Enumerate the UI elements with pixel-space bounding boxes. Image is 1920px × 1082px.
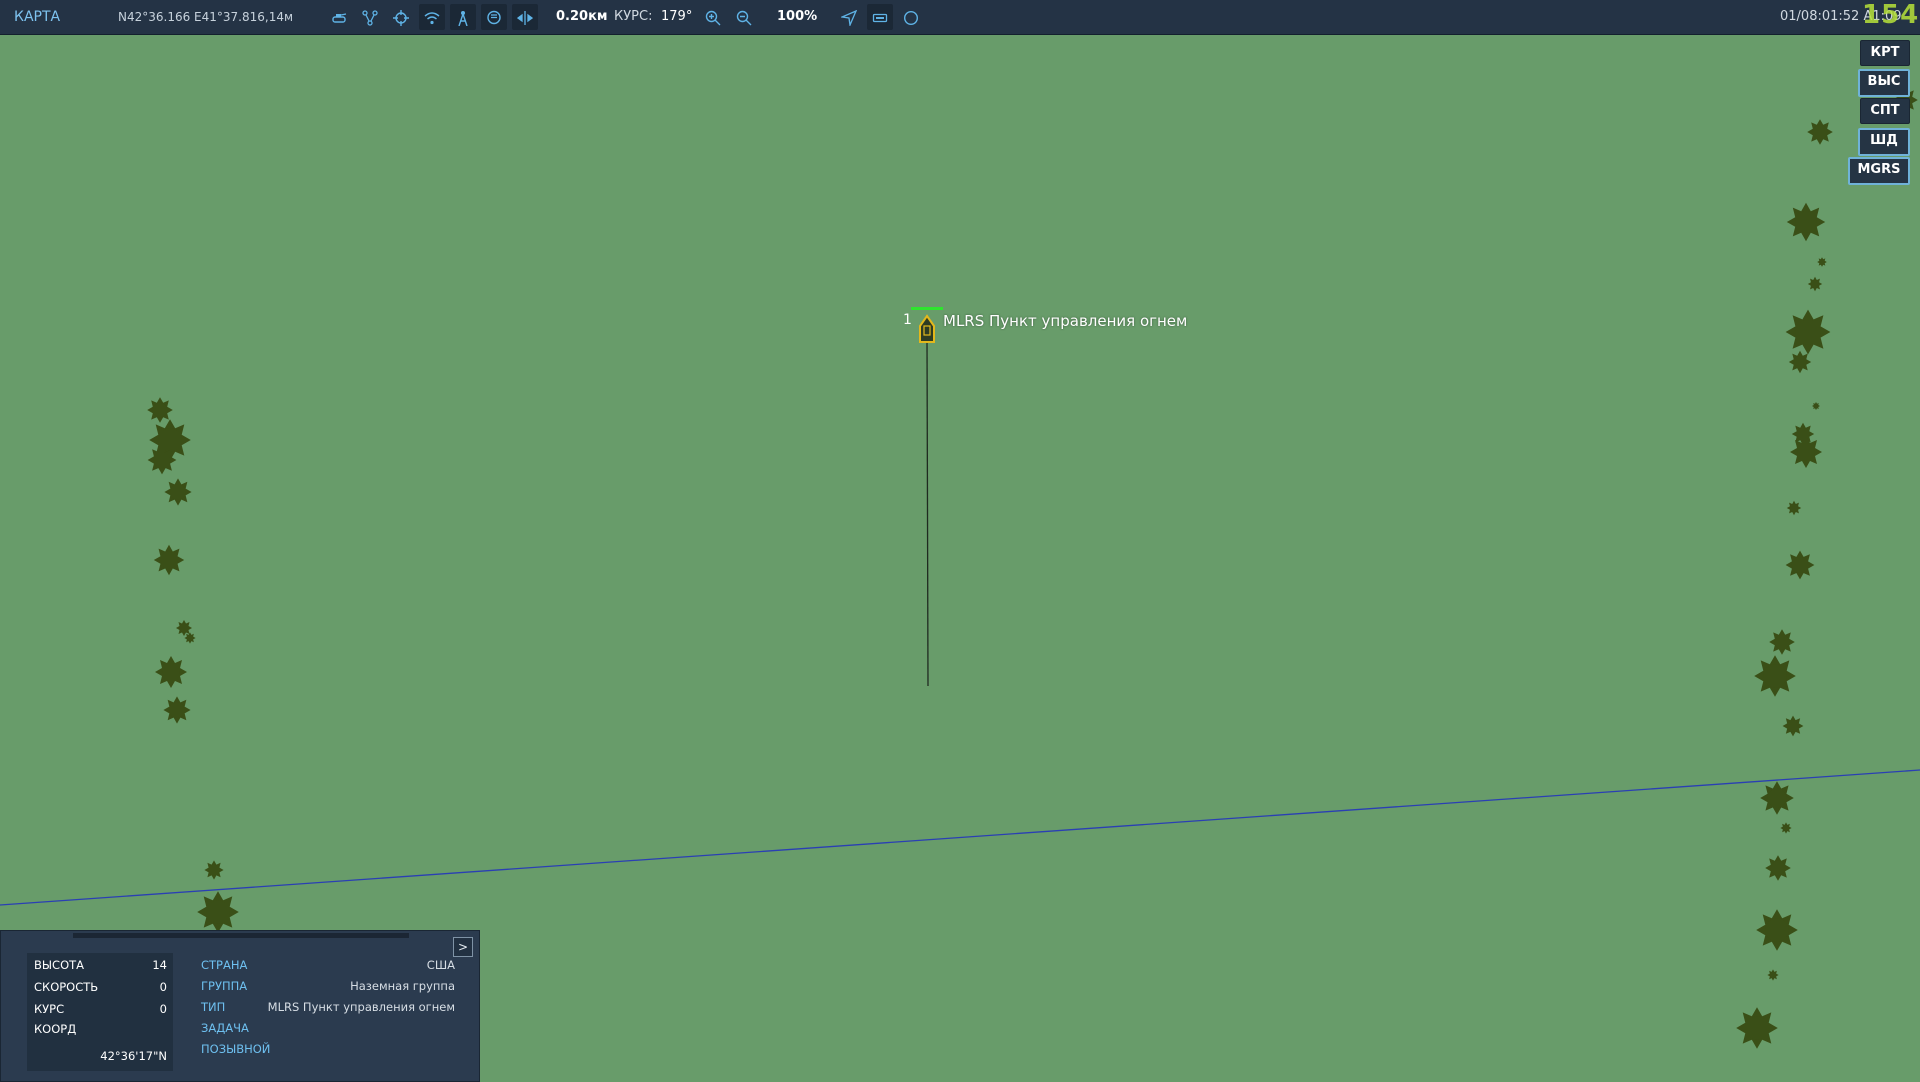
unit-stats: ВЫСОТА 14 СКОРОСТЬ 0 КУРС 0 КООРД 42°36'…: [27, 953, 173, 1071]
heading-value: 179°: [661, 9, 693, 24]
tree-cluster-left: [147, 397, 239, 933]
stat-value: 14: [152, 958, 167, 972]
side-button-shd[interactable]: ШД: [1858, 128, 1910, 156]
cursor-coordinates: N42°36.166 E41°37.816,14м: [118, 10, 294, 24]
detail-row-task: ЗАДАЧА: [201, 1018, 455, 1038]
detail-value: MLRS Пункт управления огнем: [267, 1000, 455, 1014]
logo: 154: [1862, 0, 1920, 30]
tank-icon[interactable]: [326, 4, 352, 30]
top-toolbar: КАРТА N42°36.166 E41°37.816,14м 0.20км К…: [0, 0, 1920, 35]
side-button-spt[interactable]: СПТ: [1860, 98, 1910, 124]
detail-row-callsign: ПОЗЫВНОЙ: [201, 1039, 455, 1059]
stat-row-coord: КООРД: [27, 1019, 173, 1039]
tower-icon[interactable]: [450, 4, 476, 30]
chat-icon[interactable]: [481, 4, 507, 30]
heading-label: КУРС:: [614, 9, 653, 24]
unit-label[interactable]: MLRS Пункт управления огнем: [943, 312, 1187, 330]
unit-number: 1: [903, 312, 912, 328]
detail-key: СТРАНА: [201, 958, 248, 972]
zoom-in-icon[interactable]: [700, 4, 726, 30]
map-scale: 0.20км: [556, 9, 608, 24]
side-button-mgrs[interactable]: MGRS: [1848, 157, 1910, 185]
route-icon[interactable]: [357, 4, 383, 30]
stat-value: 0: [159, 980, 167, 994]
detail-row-country: СТРАНА США: [201, 955, 455, 975]
wifi-icon[interactable]: [419, 4, 445, 30]
navigate-icon[interactable]: [836, 4, 862, 30]
coordinate-value: 42°36'17"N: [100, 1049, 167, 1063]
side-button-krt[interactable]: КРТ: [1860, 40, 1910, 66]
tree-cluster-right: [1736, 87, 1918, 1049]
detail-key: ТИП: [201, 1000, 226, 1014]
circle-icon[interactable]: [898, 4, 924, 30]
ruler-icon[interactable]: [512, 4, 538, 30]
detail-key: ЗАДАЧА: [201, 1021, 249, 1035]
detail-key: ПОЗЫВНОЙ: [201, 1042, 271, 1056]
unit-direction-line: [926, 337, 929, 687]
map-canvas[interactable]: [0, 0, 1920, 1080]
stat-row-speed: СКОРОСТЬ 0: [27, 977, 173, 997]
stat-key: КУРС: [34, 1002, 65, 1016]
stat-value: 0: [159, 1002, 167, 1016]
panel-expand-button[interactable]: >: [453, 937, 473, 957]
unit-marker-icon[interactable]: [919, 314, 935, 343]
panel-scrollbar[interactable]: [73, 933, 409, 938]
stat-key: СКОРОСТЬ: [34, 980, 99, 994]
unit-info-panel: > ВЫСОТА 14 СКОРОСТЬ 0 КУРС 0 КООРД 42°3…: [0, 930, 480, 1082]
detail-row-type: ТИП MLRS Пункт управления огнем: [201, 997, 455, 1017]
target-icon[interactable]: [388, 4, 414, 30]
side-button-vys[interactable]: ВЫС: [1858, 69, 1910, 97]
rectangle-icon[interactable]: [867, 4, 893, 30]
bearing-line: [0, 769, 1920, 906]
stat-key: ВЫСОТА: [34, 958, 85, 972]
detail-row-group: ГРУППА Наземная группа: [201, 976, 455, 996]
unit-health-bar: [911, 307, 943, 310]
detail-value: Наземная группа: [350, 979, 455, 993]
detail-key: ГРУППА: [201, 979, 248, 993]
zoom-out-icon[interactable]: [731, 4, 757, 30]
stat-row-altitude: ВЫСОТА 14: [27, 955, 173, 975]
stat-row-heading: КУРС 0: [27, 999, 173, 1019]
zoom-level: 100%: [777, 9, 818, 24]
stat-key: КООРД: [34, 1022, 77, 1036]
detail-value: США: [426, 958, 455, 972]
page-title[interactable]: КАРТА: [14, 0, 60, 34]
